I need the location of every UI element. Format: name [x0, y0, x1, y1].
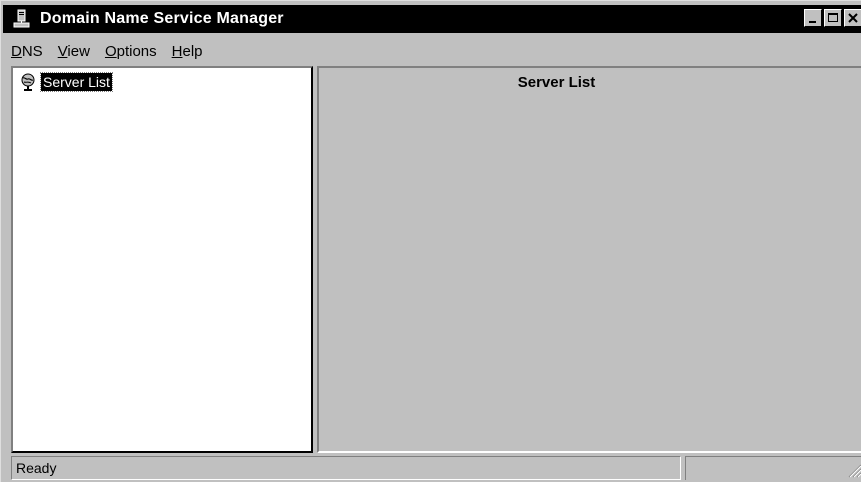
menu-view-mnemonic: V [57, 42, 68, 60]
size-grip-icon[interactable] [846, 462, 861, 478]
menu-dns-mnemonic: D [11, 42, 22, 60]
status-panel [685, 456, 861, 480]
menu-help-mnemonic: H [171, 42, 183, 60]
menu-bar: DNS View Options Help [3, 39, 860, 63]
app-window: Domain Name Service Manager DNS View Opt… [0, 0, 861, 482]
globe-icon [19, 73, 37, 91]
menu-dns-rest: NS [21, 42, 43, 60]
status-text: Ready [11, 456, 681, 480]
title-buttons [802, 9, 861, 27]
minimize-icon [809, 21, 816, 23]
server-tower-icon[interactable] [12, 9, 32, 29]
menu-options-rest: ptions [116, 42, 157, 60]
menu-help[interactable]: Help [170, 43, 205, 60]
menu-dns[interactable]: DNS [9, 43, 45, 60]
server-detail-pane: Server List [317, 66, 861, 453]
title-bar[interactable]: Domain Name Service Manager [3, 5, 861, 33]
server-tree-pane[interactable]: Server List [11, 66, 313, 453]
maximize-button[interactable] [824, 9, 842, 27]
window-title: Domain Name Service Manager [40, 10, 284, 27]
close-button[interactable] [844, 9, 861, 27]
menu-options[interactable]: Options [103, 43, 159, 60]
menu-view-rest: iew [67, 42, 90, 60]
close-icon [848, 13, 858, 23]
menu-help-rest: elp [182, 42, 203, 60]
tree-item-label: Server List [40, 72, 113, 92]
maximize-icon [828, 13, 838, 22]
minimize-button[interactable] [804, 9, 822, 27]
detail-pane-title: Server List [517, 74, 596, 91]
status-bar: Ready [1, 456, 861, 483]
menu-options-mnemonic: O [104, 42, 117, 60]
menu-view[interactable]: View [56, 43, 92, 60]
tree-item-server-list[interactable]: Server List [19, 72, 113, 92]
